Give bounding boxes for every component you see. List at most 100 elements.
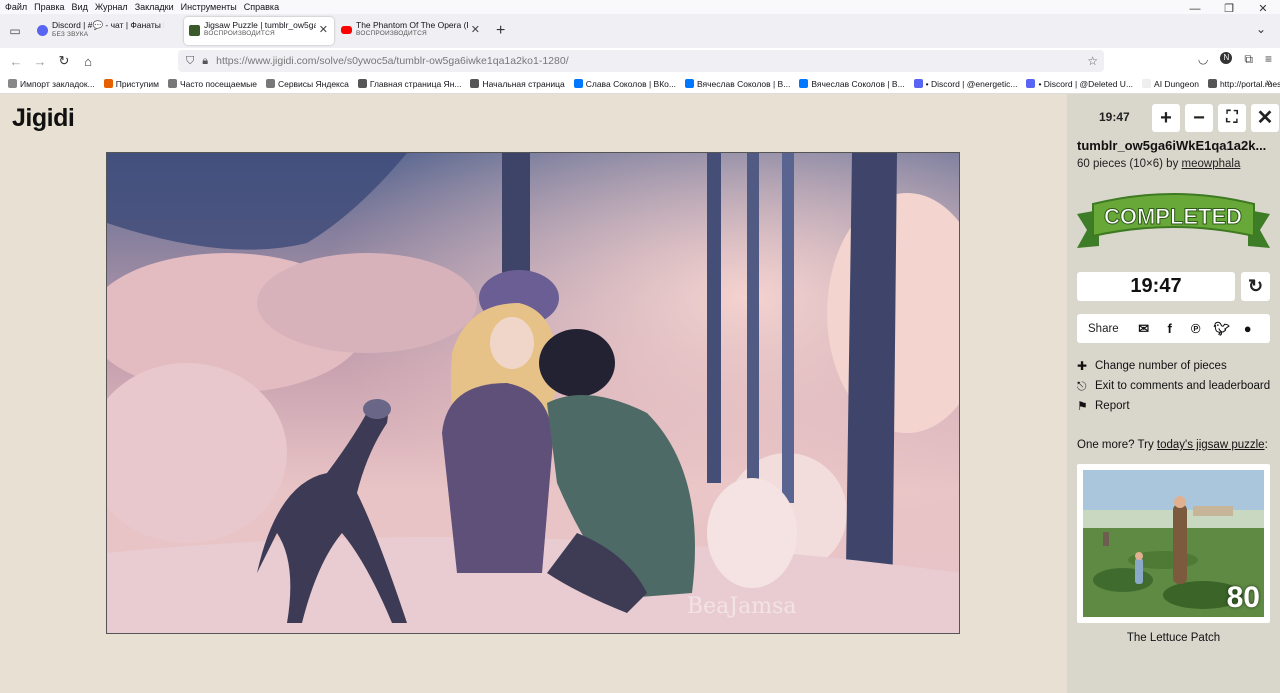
puzzle-piece-icon: ✚ xyxy=(1077,359,1088,373)
twitter-icon[interactable]: 🐦︎ xyxy=(1209,321,1235,337)
jigidi-icon xyxy=(189,25,200,36)
tab-subtitle: ВОСПРОИЗВОДИТСЯ xyxy=(204,30,275,37)
puzzle-controls: 19:47 + − ⛶ ✕ xyxy=(1077,104,1279,132)
tab-manager-icon[interactable]: ▭ xyxy=(0,24,30,38)
fullscreen-icon[interactable]: ⛶ xyxy=(1218,104,1246,132)
new-tab-icon[interactable]: + xyxy=(496,22,505,40)
shield-icon[interactable]: ⛉ xyxy=(186,55,194,68)
menu-view[interactable]: Вид xyxy=(72,2,88,12)
menu-help[interactable]: Справка xyxy=(244,2,279,12)
facebook-icon[interactable]: f xyxy=(1157,321,1183,336)
author-link[interactable]: meowphala xyxy=(1182,158,1241,170)
lock-icon[interactable]: 🔒︎ xyxy=(202,55,208,68)
tab-jigsaw[interactable]: Jigsaw Puzzle | tumblr_ow5ga6 ВОСПРОИЗВО… xyxy=(184,17,334,45)
menu-bar: Файл Правка Вид Журнал Закладки Инструме… xyxy=(0,0,1280,14)
zoom-out-button[interactable]: − xyxy=(1185,104,1213,132)
bookmark-label: Часто посещаемые xyxy=(179,78,257,89)
exit-icon: ⎋ xyxy=(1077,378,1087,393)
back-icon[interactable]: ← xyxy=(4,54,28,69)
watermark-text: BeaJamsa xyxy=(687,594,797,619)
bookmark-item[interactable]: AI Dungeon xyxy=(1142,79,1199,89)
bookmark-icon xyxy=(265,79,275,88)
link-label: Report xyxy=(1095,400,1130,412)
one-more-text: One more? Try today's jigsaw puzzle: xyxy=(1077,439,1268,451)
bookmark-item[interactable]: • Discord | @Deleted U... xyxy=(1026,79,1133,89)
bookmark-item[interactable]: • Discord | @energetic... xyxy=(913,79,1017,89)
home-icon[interactable]: ⌂ xyxy=(76,54,100,69)
discord-icon xyxy=(37,25,48,36)
menu-bookmarks[interactable]: Закладки xyxy=(135,2,174,12)
daily-puzzle-caption[interactable]: The Lettuce Patch xyxy=(1077,632,1270,644)
bookmark-item[interactable]: Часто посещаемые xyxy=(167,78,257,89)
menu-tools[interactable]: Инструменты xyxy=(181,2,237,12)
youtube-icon xyxy=(341,26,352,34)
bookmark-icon xyxy=(684,79,694,88)
tab-title: The Phantom Of The Opera (Pa xyxy=(356,20,468,30)
bookmark-label: Начальная страница xyxy=(482,78,565,89)
bookmark-item[interactable]: Вячеслав Соколов | В... xyxy=(684,78,791,89)
bookmark-label: • Discord | @Deleted U... xyxy=(1038,78,1134,89)
email-icon[interactable]: ✉ xyxy=(1131,321,1157,337)
puzzle-timer: 19:47 xyxy=(1077,272,1235,301)
list-tabs-icon[interactable]: ⌄ xyxy=(1256,22,1266,36)
reload-icon[interactable]: ↻ xyxy=(52,53,76,69)
bookmark-icon xyxy=(103,79,113,88)
close-tab-icon[interactable]: ✕ xyxy=(471,23,480,36)
zoom-in-button[interactable]: + xyxy=(1152,104,1180,132)
close-tab-icon[interactable]: ✕ xyxy=(319,23,328,36)
daily-piece-count: 80 xyxy=(1226,581,1260,614)
bookmark-item[interactable]: Вячеслав Соколов | В... xyxy=(799,79,905,89)
bookmark-label: AI Dungeon xyxy=(1154,78,1199,89)
share-label: Share xyxy=(1088,322,1119,335)
bookmark-label: Импорт закладок... xyxy=(20,78,95,89)
bookmark-label: Главная страница Ян... xyxy=(369,78,462,89)
link-label: Change number of pieces xyxy=(1095,360,1227,372)
bookmark-icon xyxy=(913,79,923,88)
bookmark-item[interactable]: Импорт закладок... xyxy=(8,79,95,89)
report-link[interactable]: ⚑ Report xyxy=(1077,396,1270,416)
menu-edit[interactable]: Правка xyxy=(34,2,64,12)
bookmark-item[interactable]: Начальная страница xyxy=(470,78,565,89)
reddit-icon[interactable]: ● xyxy=(1235,321,1261,336)
tab-discord[interactable]: Discord | #💬 - чат | Фанаты Fr БЕЗ ЗВУКА xyxy=(32,17,182,45)
app-menu-icon[interactable]: ≡ xyxy=(1265,52,1272,67)
tab-youtube[interactable]: The Phantom Of The Opera (Pa ВОСПРОИЗВОД… xyxy=(336,17,486,45)
bookmark-item[interactable]: Главная страница Ян... xyxy=(357,78,462,89)
puzzle-title: tumblr_ow5ga6iWkE1qa1a2k... xyxy=(1077,138,1267,153)
exit-comments-link[interactable]: ⎋ Exit to comments and leaderboard xyxy=(1077,376,1270,396)
bookmark-label: Слава Соколов | ВКо... xyxy=(585,78,676,89)
todays-puzzle-link[interactable]: today's jigsaw puzzle xyxy=(1157,439,1265,451)
restart-icon[interactable]: ↻ xyxy=(1241,272,1270,301)
bookmark-item[interactable]: Слава Соколов | ВКо... xyxy=(573,78,676,89)
bookmark-icon xyxy=(8,79,17,88)
bookmarks-overflow-icon[interactable]: » xyxy=(1266,77,1272,89)
bookmark-icon xyxy=(573,79,583,88)
bookmark-star-icon[interactable]: ☆ xyxy=(1087,54,1098,68)
bookmark-icon xyxy=(167,79,177,88)
forward-icon[interactable]: → xyxy=(28,54,52,69)
tab-title: Discord | #💬 - чат | Фанаты Fr xyxy=(52,20,164,30)
extensions-icon[interactable]: ⧉ xyxy=(1244,52,1253,67)
winter-scene-illustration: BeaJamsa xyxy=(107,153,959,633)
puzzle-sidebar: 19:47 + − ⛶ ✕ tumblr_ow5ga6iWkE1qa1a2k..… xyxy=(1067,94,1280,693)
pinterest-icon[interactable]: ℗ xyxy=(1183,321,1209,336)
url-bar[interactable]: ⛉ 🔒︎ https://www.jigidi.com/solve/s0ywoc… xyxy=(178,50,1104,72)
change-pieces-link[interactable]: ✚ Change number of pieces xyxy=(1077,356,1270,376)
menu-history[interactable]: Журнал xyxy=(95,2,128,12)
url-text[interactable]: https://www.jigidi.com/solve/s0ywoc5a/tu… xyxy=(216,55,569,67)
one-more-prefix: One more? Try xyxy=(1077,439,1154,451)
one-more-suffix: : xyxy=(1264,439,1268,451)
pocket-icon[interactable]: ◡ xyxy=(1198,52,1208,67)
bookmark-icon xyxy=(470,79,480,88)
bookmark-icon xyxy=(799,79,809,88)
jigidi-logo[interactable]: Jigidi xyxy=(12,104,75,133)
close-puzzle-icon[interactable]: ✕ xyxy=(1251,104,1279,132)
account-avatar[interactable]: N xyxy=(1220,52,1233,64)
bookmark-item[interactable]: Сервисы Яндекса xyxy=(265,79,349,89)
menu-file[interactable]: Файл xyxy=(5,2,27,12)
puzzle-image[interactable]: BeaJamsa xyxy=(106,152,960,634)
bookmark-label: Приступим xyxy=(115,78,159,89)
bookmark-label: Вячеслав Соколов | В... xyxy=(696,78,791,89)
daily-puzzle-thumbnail[interactable]: 80 xyxy=(1077,464,1270,623)
bookmark-item[interactable]: Приступим xyxy=(103,78,159,89)
